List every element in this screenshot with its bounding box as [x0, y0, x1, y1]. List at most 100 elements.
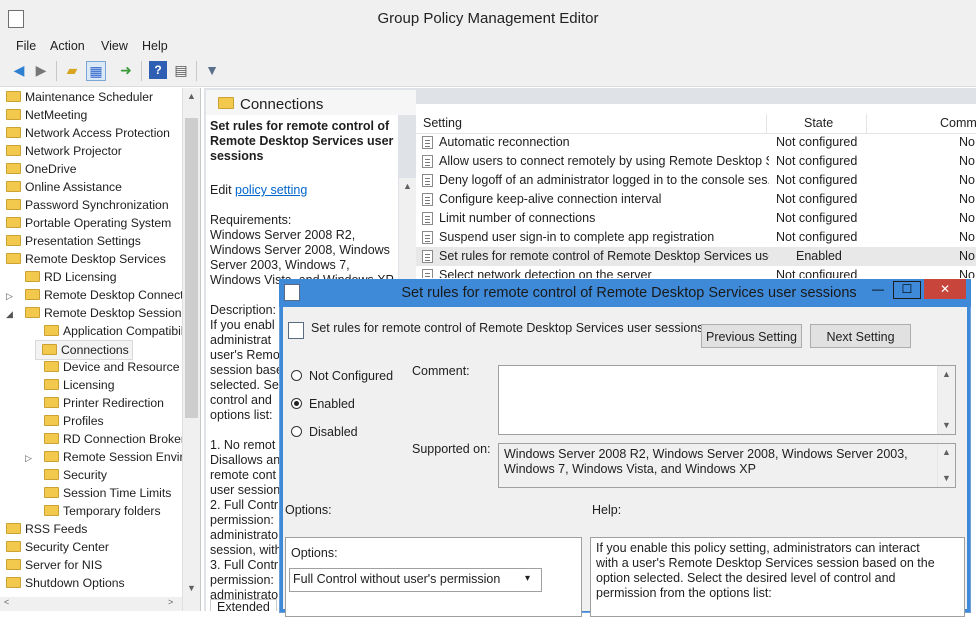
tree-horizontal-scrollbar[interactable]: < > [0, 597, 182, 611]
scroll-right-icon[interactable]: > [168, 597, 173, 607]
list-row[interactable]: Suspend user sign-in to complete app reg… [416, 228, 976, 247]
description-title: Set rules for remote control of Remote D… [210, 119, 394, 163]
tree-item[interactable]: Printer Redirection [44, 394, 164, 412]
list-row-selected[interactable]: Set rules for remote control of Remote D… [416, 247, 976, 266]
tree-item-remote-desktop-services[interactable]: Remote Desktop Services [6, 250, 166, 268]
help-text: If you enable this policy setting, admin… [596, 541, 935, 600]
tree-item[interactable]: Network Projector [6, 142, 122, 160]
tree-item-connections-selected[interactable]: Connections [35, 340, 133, 360]
filter-icon[interactable]: ▼ [203, 61, 221, 79]
next-setting-button[interactable]: Next Setting [810, 324, 911, 348]
scroll-down-icon[interactable]: ▼ [938, 417, 955, 434]
tree-item[interactable]: NetMeeting [6, 106, 87, 124]
folder-icon [44, 451, 59, 462]
pane-title: Connections [240, 96, 324, 113]
up-folder-icon[interactable]: ▰ [63, 61, 81, 79]
tree-vertical-scrollbar[interactable]: ▲ ▼ [182, 88, 200, 611]
tree-item[interactable]: Password Synchronization [6, 196, 169, 214]
tree-item[interactable]: Remote Desktop Connectio [25, 286, 193, 304]
tree-item[interactable]: Session Time Limits [44, 484, 171, 502]
tree-item[interactable]: Network Access Protection [6, 124, 170, 142]
edit-line: Edit policy setting [210, 183, 308, 197]
collapse-arrow-icon[interactable]: ◢ [6, 309, 13, 320]
tree-item[interactable]: Profiles [44, 412, 104, 430]
menu-view[interactable]: View [101, 39, 128, 53]
previous-setting-button[interactable]: Previous Setting [701, 324, 802, 348]
help-icon[interactable]: ? [149, 61, 167, 79]
folder-icon [44, 325, 59, 336]
column-header-setting[interactable]: Setting [423, 116, 462, 130]
tree-item[interactable]: Device and Resource Re [44, 358, 199, 376]
chevron-down-icon[interactable]: ▾ [525, 573, 530, 584]
back-arrow-icon[interactable]: ◀ [10, 61, 28, 79]
supported-scrollbar[interactable]: ▲ ▼ [937, 444, 955, 487]
tree-item[interactable]: Security [44, 466, 107, 484]
column-divider[interactable] [866, 114, 867, 133]
tree-item[interactable]: RD Licensing [25, 268, 116, 286]
expand-arrow-icon[interactable]: ▷ [25, 453, 32, 464]
tree-item[interactable]: Remote Session Enviror [44, 448, 194, 466]
tree-item[interactable]: RD Connection Broker [44, 430, 185, 448]
radio-circle[interactable] [291, 370, 302, 381]
radio-circle-selected[interactable] [291, 398, 302, 409]
folder-icon [44, 361, 59, 372]
menu-help[interactable]: Help [142, 39, 168, 53]
tab-extended[interactable]: Extended [210, 599, 277, 611]
list-row[interactable]: Select network detection on the server No… [416, 266, 976, 278]
scrollbar-thumb[interactable] [185, 118, 198, 418]
tree-item[interactable]: Online Assistance [6, 178, 122, 196]
tree-item[interactable]: Remote Desktop Session H [25, 304, 194, 322]
folder-icon [25, 271, 40, 282]
export-list-icon[interactable]: ➜ [117, 61, 135, 79]
tree-item[interactable]: Licensing [44, 376, 115, 394]
column-divider[interactable] [766, 114, 767, 133]
properties-icon[interactable]: ▤ [172, 61, 190, 79]
tree-item[interactable]: OneDrive [6, 160, 76, 178]
scroll-up-icon[interactable]: ▲ [399, 178, 416, 195]
tree-item[interactable]: Maintenance Scheduler [6, 88, 153, 106]
list-row[interactable]: Configure keep-alive connection interval… [416, 190, 976, 209]
maximize-button[interactable]: ☐ [893, 281, 921, 299]
column-header-comment[interactable]: Comm [940, 116, 976, 130]
tree-item[interactable]: Server for NIS [6, 556, 102, 574]
folder-icon [44, 379, 59, 390]
dialog-body: Set rules for remote control of Remote D… [285, 307, 965, 617]
folder-icon [44, 469, 59, 480]
requirements-label: Requirements: [210, 213, 292, 227]
list-row[interactable]: Allow users to connect remotely by using… [416, 152, 976, 171]
forward-arrow-icon[interactable]: ▶ [32, 61, 50, 79]
tree-item[interactable]: Shutdown Options [6, 574, 125, 592]
folder-icon [6, 91, 21, 102]
scroll-down-icon[interactable]: ▼ [938, 470, 955, 487]
options-section-label: Options: [285, 503, 332, 517]
show-hide-tree-icon[interactable]: ▦ [86, 61, 106, 81]
comment-scrollbar[interactable]: ▲ ▼ [937, 366, 955, 434]
tree-item[interactable]: Application Compatibil [44, 322, 184, 340]
options-dropdown[interactable]: Full Control without user's permission ▾ [289, 568, 542, 592]
scroll-up-icon[interactable]: ▲ [183, 88, 200, 105]
tree-item[interactable]: Temporary folders [44, 502, 161, 520]
edit-policy-setting-link[interactable]: policy setting [235, 183, 307, 197]
list-row[interactable]: Deny logoff of an administrator logged i… [416, 171, 976, 190]
tree-item[interactable]: Portable Operating System [6, 214, 171, 232]
minimize-button[interactable]: — [865, 279, 891, 299]
list-row[interactable]: Limit number of connections Not configure… [416, 209, 976, 228]
scroll-up-icon[interactable]: ▲ [938, 444, 955, 461]
comment-textarea[interactable]: ▲ ▼ [498, 365, 956, 435]
scroll-left-icon[interactable]: < [4, 597, 9, 607]
menu-action[interactable]: Action [50, 39, 85, 53]
tree-item[interactable]: RSS Feeds [6, 520, 87, 538]
toolbar: ◀ ▶ ▰ ▦ ➜ ? ▤ ▼ [0, 56, 976, 87]
close-button[interactable]: ✕ [924, 279, 966, 299]
scroll-up-icon[interactable]: ▲ [938, 366, 955, 383]
tree-item[interactable]: Presentation Settings [6, 232, 141, 250]
scroll-down-icon[interactable]: ▼ [183, 580, 200, 597]
menu-file[interactable]: File [16, 39, 36, 53]
comment-label: Comment: [412, 364, 470, 378]
tree-item[interactable]: Security Center [6, 538, 109, 556]
column-header-state[interactable]: State [804, 116, 833, 130]
list-row[interactable]: Automatic reconnection Not configured No [416, 133, 976, 152]
radio-circle[interactable] [291, 426, 302, 437]
expand-arrow-icon[interactable]: ▷ [6, 291, 13, 302]
supported-on-field[interactable]: Windows Server 2008 R2, Windows Server 2… [498, 443, 956, 488]
